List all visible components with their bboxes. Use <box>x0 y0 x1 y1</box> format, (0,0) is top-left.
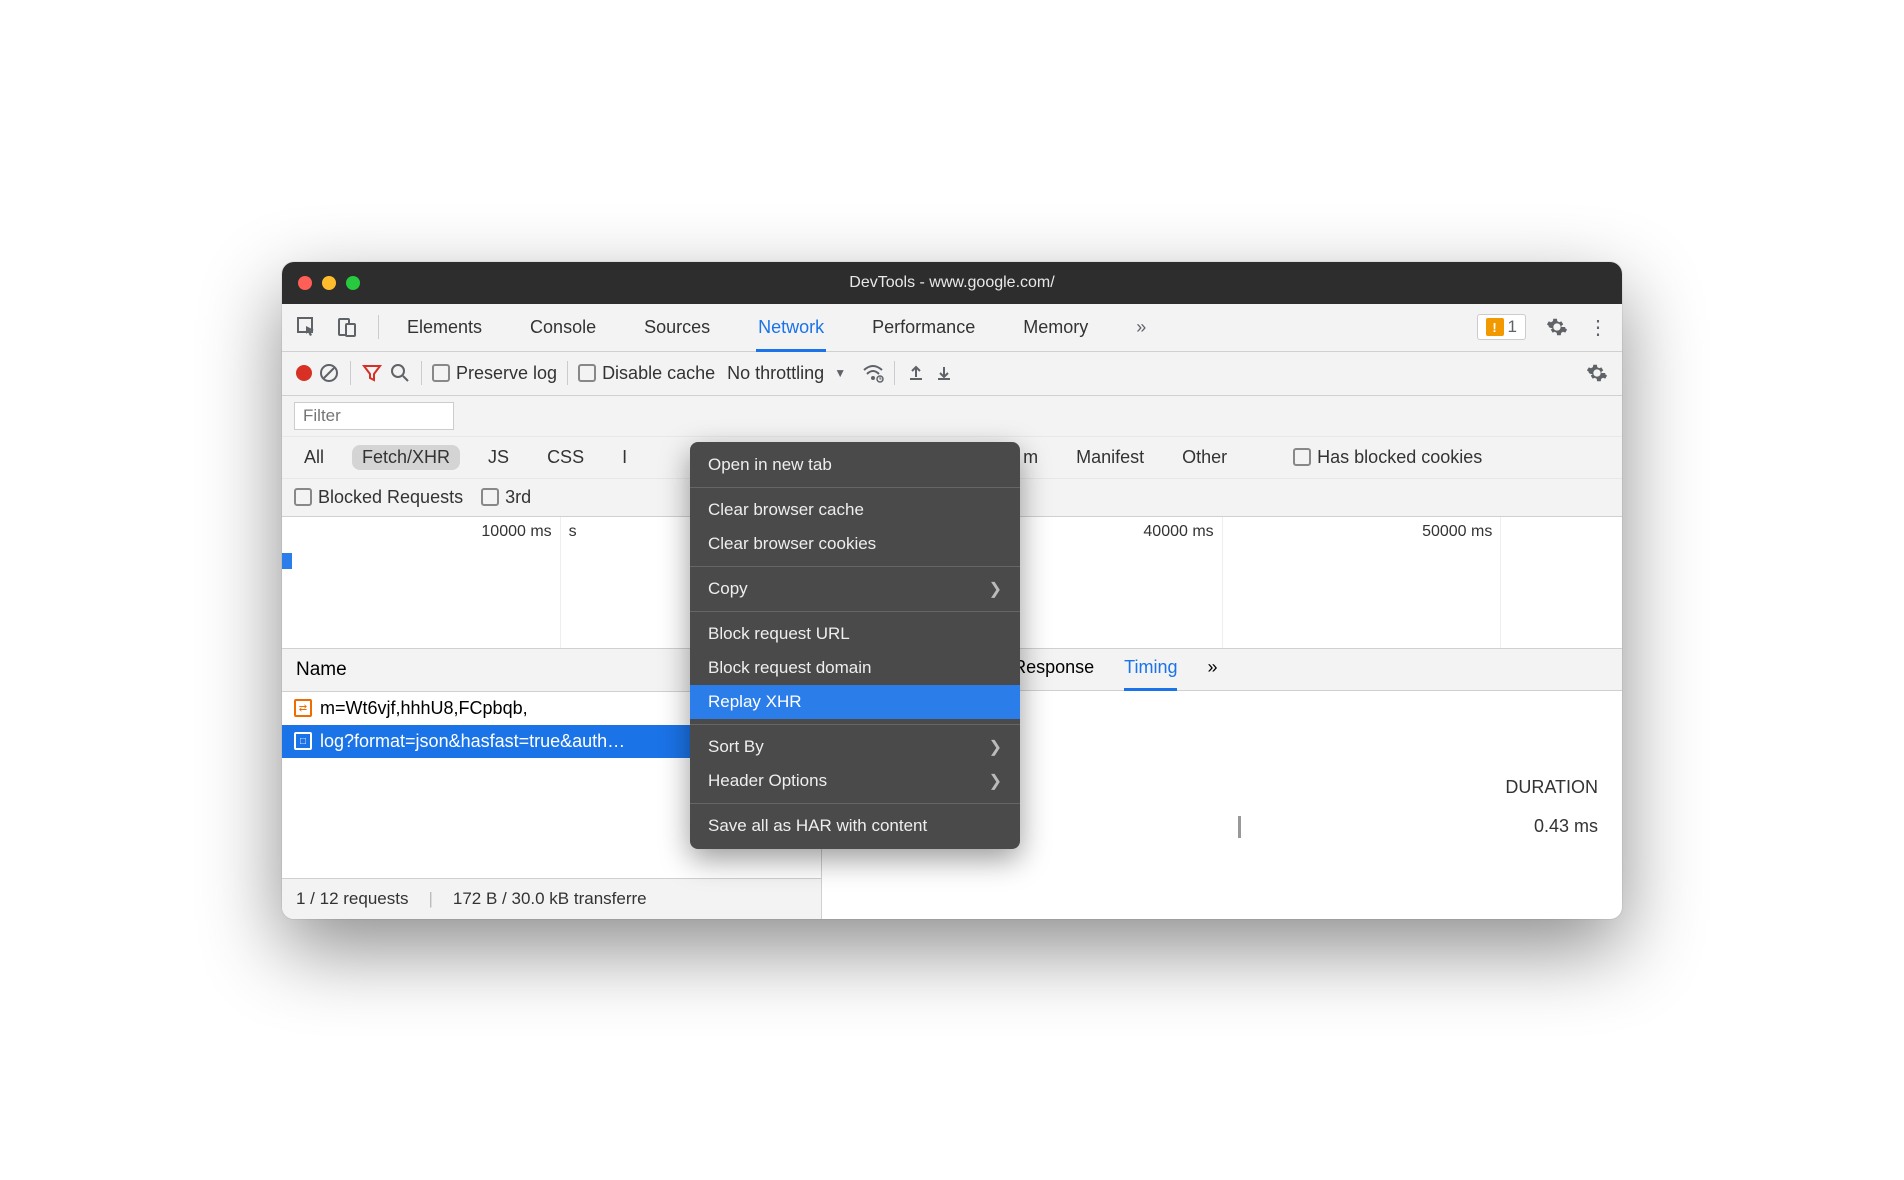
queueing-value: 0.43 ms <box>1534 816 1598 838</box>
tab-sources[interactable]: Sources <box>620 304 734 351</box>
more-menu-icon[interactable]: ⋮ <box>1588 315 1608 340</box>
ctx-clear-cookies[interactable]: Clear browser cookies <box>690 527 1020 561</box>
tab-console[interactable]: Console <box>506 304 620 351</box>
gear-icon[interactable] <box>1586 362 1608 384</box>
clear-icon[interactable] <box>318 362 340 384</box>
file-icon: □ <box>294 732 312 750</box>
device-toggle-icon[interactable] <box>336 316 358 338</box>
record-icon[interactable] <box>296 365 312 381</box>
search-icon[interactable] <box>389 362 411 384</box>
request-name: log?format=json&hasfast=true&auth… <box>320 731 625 752</box>
blocked-requests-checkbox[interactable]: Blocked Requests <box>294 487 463 508</box>
ctx-copy[interactable]: Copy❯ <box>690 572 1020 606</box>
download-icon[interactable] <box>933 362 955 384</box>
gear-icon[interactable] <box>1546 316 1568 338</box>
tick-10000: 10000 ms <box>282 517 561 648</box>
type-fetch-xhr[interactable]: Fetch/XHR <box>352 445 460 470</box>
filter-bar <box>282 396 1622 437</box>
warning-icon: ! <box>1486 318 1504 336</box>
chevron-right-icon: ❯ <box>989 579 1002 599</box>
filter-icon[interactable] <box>361 362 383 384</box>
tab-network[interactable]: Network <box>734 304 848 351</box>
status-requests: 1 / 12 requests <box>296 889 408 909</box>
upload-icon[interactable] <box>905 362 927 384</box>
more-detail-tabs[interactable]: » <box>1207 657 1217 682</box>
chevron-right-icon: ❯ <box>989 771 1002 791</box>
ctx-sort-by[interactable]: Sort By❯ <box>690 730 1020 764</box>
traffic-lights <box>298 276 360 290</box>
chevron-right-icon: ❯ <box>989 737 1002 757</box>
timeline-selection <box>282 553 292 569</box>
maximize-icon[interactable] <box>346 276 360 290</box>
devtools-window: DevTools - www.google.com/ Elements Cons… <box>282 262 1622 919</box>
warnings-badge[interactable]: ! 1 <box>1477 314 1526 340</box>
file-icon: ⇄ <box>294 699 312 717</box>
third-party-checkbox[interactable]: 3rd <box>481 487 531 508</box>
tab-elements[interactable]: Elements <box>383 304 506 351</box>
warning-count: 1 <box>1508 317 1517 337</box>
status-transferred: 172 B / 30.0 kB transferre <box>453 889 647 909</box>
close-icon[interactable] <box>298 276 312 290</box>
ctx-clear-cache[interactable]: Clear browser cache <box>690 493 1020 527</box>
separator <box>378 315 379 339</box>
tab-memory[interactable]: Memory <box>999 304 1112 351</box>
ctx-open-new-tab[interactable]: Open in new tab <box>690 448 1020 482</box>
tab-list: Elements Console Sources Network Perform… <box>383 304 1170 351</box>
ctx-block-url[interactable]: Block request URL <box>690 617 1020 651</box>
type-other[interactable]: Other <box>1172 445 1237 470</box>
throttling-select[interactable]: No throttling▼ <box>727 363 846 384</box>
ctx-block-domain[interactable]: Block request domain <box>690 651 1020 685</box>
type-js[interactable]: JS <box>478 445 519 470</box>
context-menu: Open in new tab Clear browser cache Clea… <box>690 442 1020 849</box>
panel-tabs: Elements Console Sources Network Perform… <box>282 304 1622 352</box>
window-title: DevTools - www.google.com/ <box>282 274 1622 292</box>
status-bar: 1 / 12 requests | 172 B / 30.0 kB transf… <box>282 878 821 919</box>
network-toolbar: Preserve log Disable cache No throttling… <box>282 352 1622 396</box>
tab-response[interactable]: Response <box>1013 657 1094 682</box>
ctx-header-options[interactable]: Header Options❯ <box>690 764 1020 798</box>
has-blocked-cookies-checkbox[interactable]: Has blocked cookies <box>1293 447 1482 468</box>
preserve-log-checkbox[interactable]: Preserve log <box>432 363 557 384</box>
queueing-bar <box>1238 816 1241 838</box>
disable-cache-checkbox[interactable]: Disable cache <box>578 363 715 384</box>
type-all[interactable]: All <box>294 445 334 470</box>
minimize-icon[interactable] <box>322 276 336 290</box>
ctx-replay-xhr[interactable]: Replay XHR <box>690 685 1020 719</box>
type-manifest[interactable]: Manifest <box>1066 445 1154 470</box>
duration-label: DURATION <box>1505 777 1598 798</box>
more-tabs[interactable]: » <box>1112 304 1170 351</box>
tick-50000: 50000 ms <box>1223 517 1502 648</box>
titlebar: DevTools - www.google.com/ <box>282 262 1622 304</box>
ctx-save-har[interactable]: Save all as HAR with content <box>690 809 1020 843</box>
tab-performance[interactable]: Performance <box>848 304 999 351</box>
wifi-icon[interactable] <box>862 362 884 384</box>
inspect-element-icon[interactable] <box>296 316 318 338</box>
type-css[interactable]: CSS <box>537 445 594 470</box>
tab-timing[interactable]: Timing <box>1124 657 1177 682</box>
request-name: m=Wt6vjf,hhhU8,FCpbqb, <box>320 698 528 719</box>
filter-input[interactable] <box>294 402 454 430</box>
type-img[interactable]: I <box>612 445 637 470</box>
